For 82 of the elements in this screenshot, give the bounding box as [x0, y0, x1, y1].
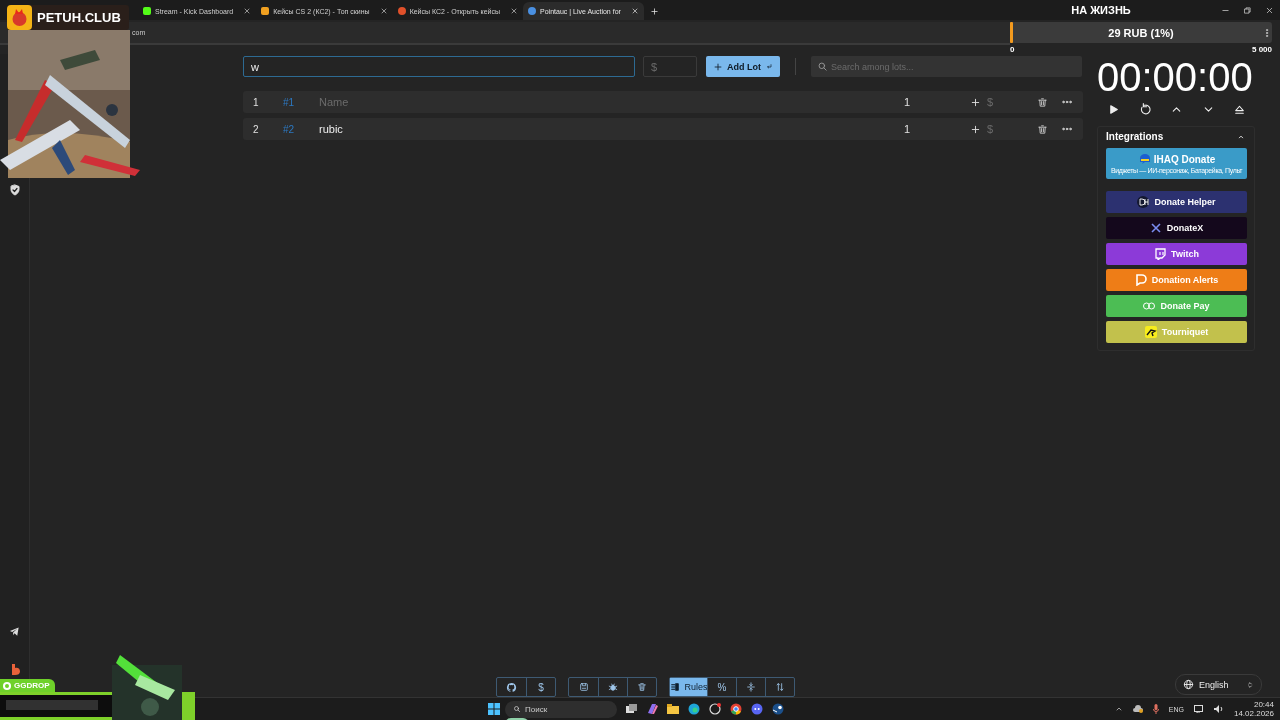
lot-number: #1 — [283, 96, 296, 108]
timer: 00:00:00 — [1097, 55, 1254, 99]
logo-icon — [1143, 300, 1156, 312]
panel-title: Integrations — [1106, 131, 1164, 142]
updown-icon — [1246, 680, 1254, 689]
app-icon[interactable] — [709, 703, 721, 715]
logo-icon — [1149, 222, 1162, 234]
logo-icon — [1144, 326, 1157, 338]
cloud-icon[interactable] — [1132, 705, 1143, 713]
new-tab-icon[interactable] — [649, 7, 659, 16]
chat-icon[interactable] — [751, 703, 763, 715]
goal-reading: 29 RUB (1%) — [1108, 26, 1174, 39]
logo-icon — [1134, 274, 1147, 286]
clock-date: 14.02.2026 — [1233, 709, 1274, 718]
row-index: 2 — [253, 123, 260, 135]
amount-field[interactable]: $ — [643, 56, 697, 77]
app-icon[interactable] — [9, 663, 20, 675]
row-index: 1 — [253, 96, 260, 108]
play-icon[interactable] — [1107, 103, 1120, 116]
close-icon[interactable] — [1265, 5, 1274, 15]
language-select[interactable]: English — [1175, 674, 1262, 695]
reset-icon[interactable] — [1138, 103, 1152, 116]
brand-badge: PETUH.CLUB — [7, 5, 129, 30]
lot-row[interactable]: 2 #2 rubic 1 $ — [243, 118, 1083, 140]
logo-icon — [1137, 196, 1150, 208]
compress-icon — [746, 682, 756, 692]
taskbar-search-field[interactable]: Поиск — [505, 700, 617, 718]
lot-row[interactable]: 1 #1 Name 1 $ — [243, 91, 1083, 113]
close-icon[interactable] — [630, 7, 639, 15]
restore-icon[interactable] — [1243, 5, 1252, 15]
goal-min: 0 — [1010, 45, 1015, 54]
search-icon — [817, 61, 828, 72]
enter-icon — [765, 62, 773, 71]
shield-icon[interactable] — [8, 184, 21, 196]
search-icon — [513, 704, 521, 713]
add-lot-button[interactable]: Add Lot — [706, 56, 780, 77]
edge-icon[interactable] — [688, 703, 700, 715]
lot-amount: 1 — [904, 96, 912, 108]
percent-button[interactable]: % — [707, 678, 736, 696]
folder-icon[interactable] — [667, 703, 679, 715]
integration-button[interactable]: DonateX — [1106, 217, 1247, 239]
delete-icon[interactable] — [1037, 123, 1048, 135]
lot-number: #2 — [283, 123, 296, 135]
copilot-icon[interactable] — [646, 703, 658, 715]
telegram-icon[interactable] — [9, 626, 20, 637]
speaker-icon[interactable] — [1213, 705, 1224, 713]
globe-icon — [1183, 679, 1194, 690]
add-bid-icon[interactable] — [970, 96, 981, 108]
close-icon[interactable] — [243, 7, 252, 15]
chrome-icon[interactable] — [730, 703, 742, 715]
network-icon[interactable] — [1193, 705, 1204, 713]
rules-icon — [669, 682, 680, 692]
goal-title: НА ЖИЗНЬ — [1070, 4, 1132, 16]
rules-button[interactable]: Rules — [670, 678, 707, 696]
logo-icon — [3, 681, 11, 690]
bug-icon — [608, 682, 618, 692]
clock-time: 20:44 — [1253, 700, 1274, 709]
github-icon — [506, 681, 517, 693]
lot-amount: 1 — [904, 123, 912, 135]
sort-icon — [775, 682, 785, 692]
delete-icon[interactable] — [1037, 96, 1048, 108]
lot-name-field[interactable]: w — [243, 56, 635, 77]
add-bid-icon[interactable] — [970, 123, 981, 135]
task-view-icon[interactable] — [625, 703, 637, 715]
microphone-icon[interactable] — [1152, 704, 1159, 714]
logo-icon — [1154, 248, 1167, 260]
save-icon — [578, 682, 589, 692]
delete-icon — [637, 682, 647, 692]
integration-button[interactable]: Donate Helper — [1106, 191, 1247, 213]
logo-icon — [7, 5, 32, 30]
promo-badge: GGDROP — [0, 679, 55, 692]
close-icon[interactable] — [510, 7, 519, 15]
donate-button[interactable]: $ — [526, 678, 555, 696]
goal-max: 5 000 — [1251, 45, 1272, 54]
close-icon[interactable] — [379, 7, 388, 15]
steam-icon[interactable] — [772, 703, 784, 715]
windows-icon[interactable] — [488, 703, 500, 715]
integration-button[interactable]: Twitch — [1106, 243, 1247, 265]
logo-icon — [1137, 153, 1150, 166]
eject-icon[interactable] — [1233, 103, 1246, 116]
plus-icon — [713, 61, 723, 72]
chevron-up-icon[interactable] — [1114, 705, 1123, 713]
